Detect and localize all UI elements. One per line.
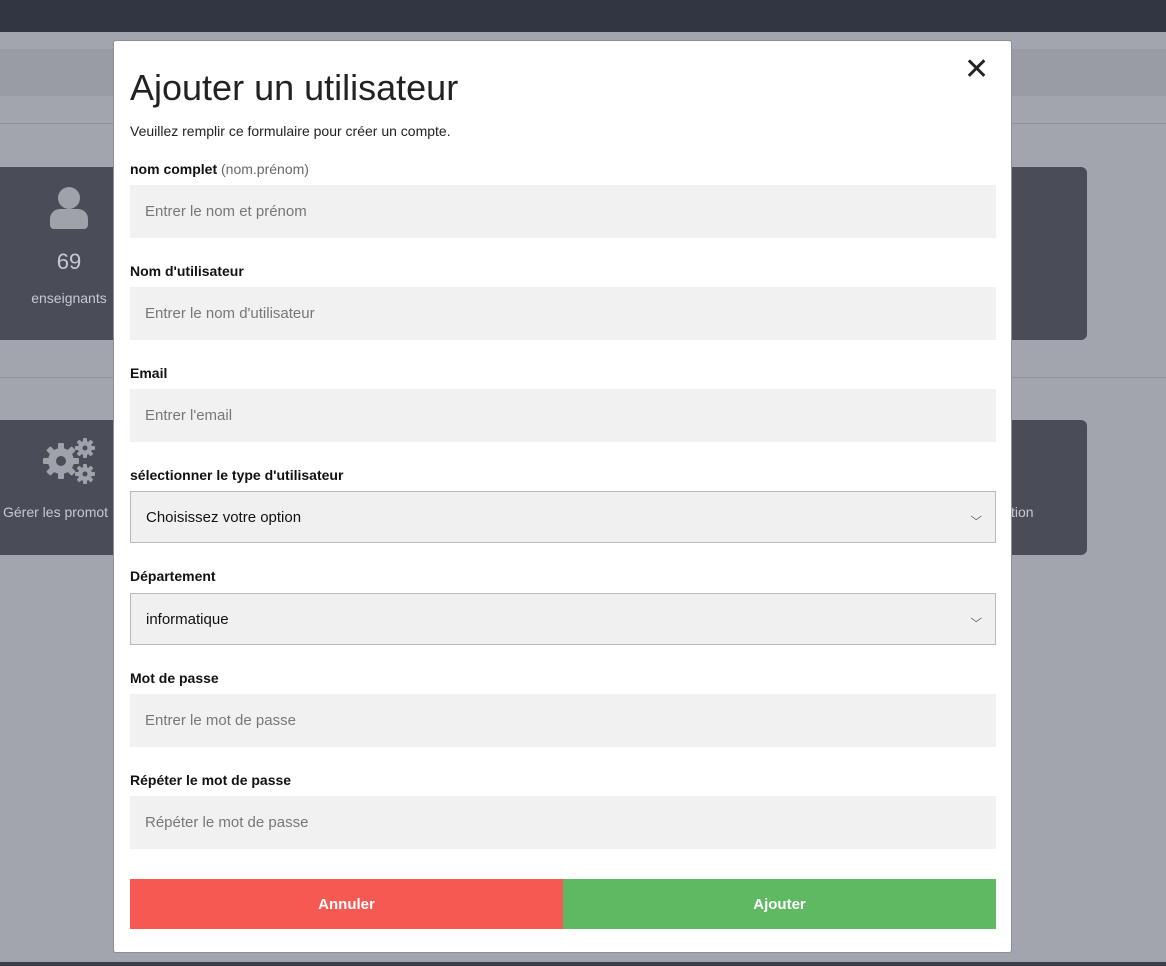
fullname-hint: (nom.prénom) <box>221 161 309 177</box>
department-selected-value: informatique <box>146 610 229 628</box>
user-type-selected-value: Choisissez votre option <box>146 508 302 526</box>
username-input[interactable] <box>130 287 996 340</box>
cancel-button[interactable]: Annuler <box>130 879 563 929</box>
add-user-button[interactable]: Ajouter <box>563 879 996 929</box>
add-user-modal: ✕ Ajouter un utilisateur Veuillez rempli… <box>113 40 1012 953</box>
email-input[interactable] <box>130 389 996 442</box>
password-repeat-input[interactable] <box>130 796 996 849</box>
chevron-down-icon: ⌵ <box>969 510 982 523</box>
bottom-bar <box>0 962 1166 966</box>
gears-icon <box>43 438 95 484</box>
chevron-down-icon: ⌵ <box>969 612 982 625</box>
modal-title: Ajouter un utilisateur <box>130 67 459 108</box>
fullname-label-text: nom complet <box>130 161 218 177</box>
close-icon[interactable]: ✕ <box>964 55 989 85</box>
email-label: Email <box>130 365 168 381</box>
manage-promotions-label: Gérer les promot <box>3 504 109 520</box>
fullname-label: nom complet (nom.prénom) <box>130 161 309 177</box>
username-label: Nom d'utilisateur <box>130 263 244 279</box>
user-type-select[interactable]: Choisissez votre option ⌵ <box>130 491 996 543</box>
top-bar <box>0 0 1166 32</box>
password-label: Mot de passe <box>130 670 219 686</box>
user-icon <box>50 187 88 231</box>
password-input[interactable] <box>130 694 996 747</box>
fullname-input[interactable] <box>130 185 996 238</box>
department-select[interactable]: informatique ⌵ <box>130 593 996 645</box>
manage-card-label: tion <box>1011 504 1034 520</box>
password-repeat-label: Répéter le mot de passe <box>130 772 292 788</box>
department-label: Département <box>130 568 216 584</box>
user-type-label: sélectionner le type d'utilisateur <box>130 467 344 483</box>
modal-subtitle: Veuillez remplir ce formulaire pour crée… <box>130 123 451 139</box>
